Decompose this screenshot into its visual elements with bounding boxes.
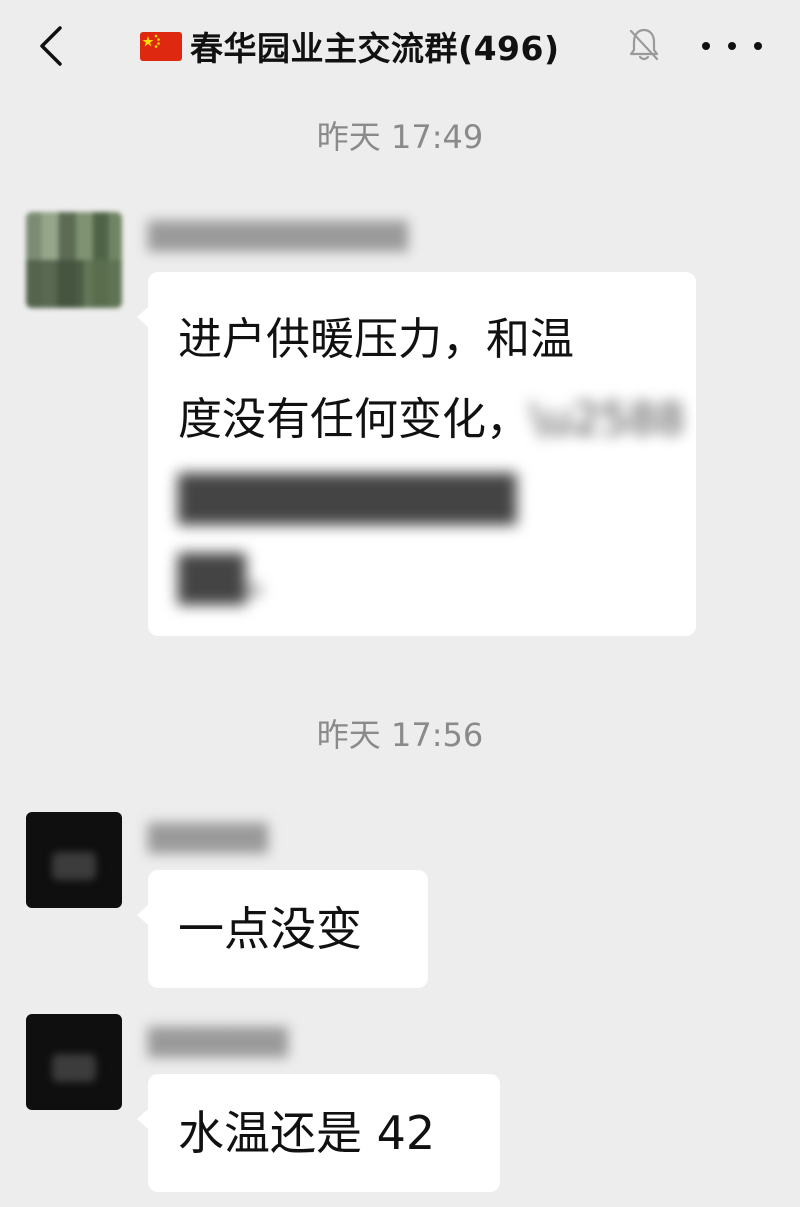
sender-avatar[interactable] <box>26 1014 122 1110</box>
message-text-line: 进户供暖压力，和温 <box>178 314 574 365</box>
message-timestamp: 昨天 17:56 <box>316 716 484 754</box>
sender-avatar[interactable] <box>26 812 122 908</box>
chat-header: 春华园业主交流群(496) <box>0 0 800 92</box>
sender-name: ██████ <box>148 824 268 854</box>
more-options-button[interactable] <box>702 22 762 70</box>
message-bubble[interactable]: 进户供暖压力，和温 度没有任何变化，\u2588 ██████████ ██。 <box>137 272 696 636</box>
message-text: 水温还是 42 <box>178 1106 436 1160</box>
blurred-text-line: ██。 <box>178 554 290 605</box>
chat-screen: 春华园业主交流群(496) 昨天 17:49 █████████████ 进户供… <box>0 0 800 1207</box>
chevron-left-icon <box>40 26 62 66</box>
chat-title-group[interactable]: 春华园业主交流群(496) <box>140 16 560 76</box>
bell-off-icon <box>629 28 659 61</box>
message-bubble[interactable]: 一点没变 <box>137 870 428 988</box>
message-text-line: 度没有任何变化，\u2588 <box>178 380 685 460</box>
message-text: 一点没变 <box>178 902 362 956</box>
sender-name: ███████ <box>148 1028 288 1058</box>
sender-avatar[interactable] <box>26 212 122 308</box>
message-timestamp: 昨天 17:49 <box>316 118 484 156</box>
sender-name: █████████████ <box>148 222 408 252</box>
message-text: 度没有任何变化， <box>178 394 530 445</box>
chat-title: 春华园业主交流群(496) <box>190 29 560 68</box>
blurred-text-line: ██████████ <box>178 474 517 525</box>
more-dots-icon <box>702 42 710 50</box>
message-bubble[interactable]: 水温还是 42 <box>137 1074 500 1192</box>
china-flag-icon <box>140 31 182 61</box>
blurred-text: \u2588 <box>530 394 685 445</box>
back-button[interactable] <box>26 18 82 74</box>
